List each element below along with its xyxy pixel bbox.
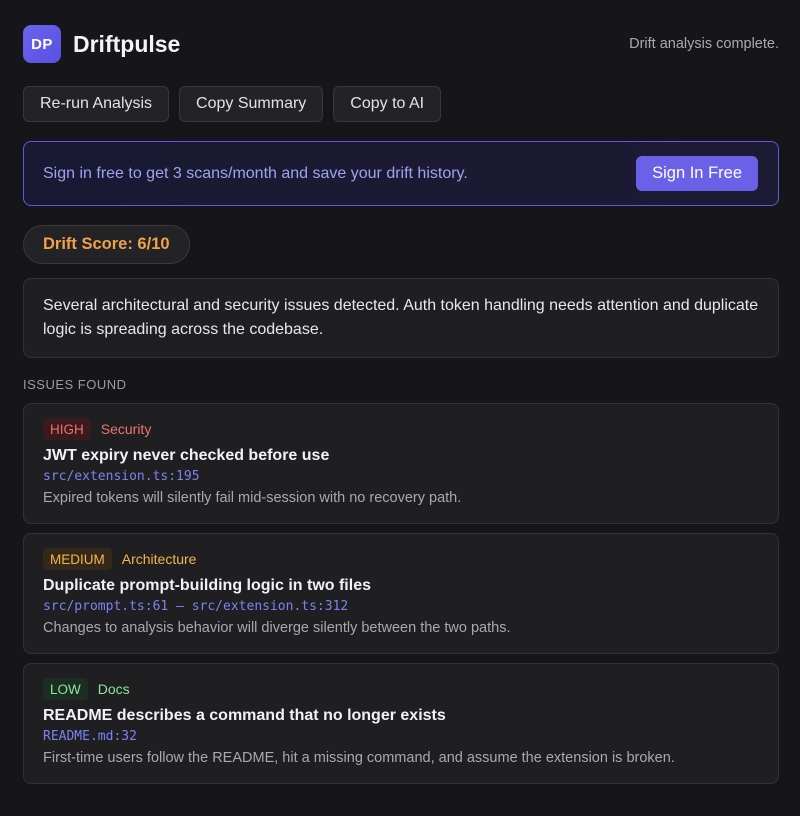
- drift-score-badge: Drift Score: 6/10: [23, 225, 190, 264]
- analysis-summary: Several architectural and security issue…: [23, 278, 779, 358]
- issue-title: JWT expiry never checked before use: [43, 447, 330, 464]
- issue-description: Changes to analysis behavior will diverg…: [43, 620, 511, 636]
- rerun-analysis-button[interactable]: Re-run Analysis: [23, 86, 170, 122]
- signin-banner-text: Sign in free to get 3 scans/month and sa…: [43, 164, 468, 182]
- action-toolbar: Re-run Analysis Copy Summary Copy to AI: [23, 86, 442, 122]
- issue-card: LOW Docs README describes a command that…: [23, 663, 779, 784]
- copy-summary-button[interactable]: Copy Summary: [179, 86, 324, 122]
- issue-location-link[interactable]: README.md:32: [43, 727, 759, 747]
- app-title: Driftpulse: [73, 30, 181, 57]
- category-label: Docs: [97, 681, 130, 697]
- app-header: DP Driftpulse Drift analysis complete.: [23, 24, 779, 64]
- severity-badge: MEDIUM: [43, 548, 112, 570]
- issue-description: Expired tokens will silently fail mid-se…: [43, 490, 462, 506]
- analysis-status: Drift analysis complete.: [629, 36, 779, 52]
- issue-description: First-time users follow the README, hit …: [43, 750, 675, 766]
- issue-card: MEDIUM Architecture Duplicate prompt-bui…: [23, 533, 779, 654]
- issue-location-link[interactable]: src/prompt.ts:61 — src/extension.ts:312: [43, 597, 759, 617]
- issue-location-link[interactable]: src/extension.ts:195: [43, 467, 759, 487]
- severity-badge: HIGH: [43, 418, 91, 440]
- issues-section-heading: ISSUES FOUND: [23, 377, 127, 392]
- copy-to-ai-button[interactable]: Copy to AI: [333, 86, 442, 122]
- category-label: Security: [100, 421, 152, 437]
- category-label: Architecture: [121, 551, 197, 567]
- signin-banner: Sign in free to get 3 scans/month and sa…: [23, 141, 779, 206]
- issue-title: Duplicate prompt-building logic in two f…: [43, 577, 371, 594]
- app-logo: DP: [23, 25, 61, 63]
- issue-card: HIGH Security JWT expiry never checked b…: [23, 403, 779, 524]
- severity-badge: LOW: [43, 678, 88, 700]
- sign-in-free-button[interactable]: Sign In Free: [636, 156, 758, 191]
- issue-title: README describes a command that no longe…: [43, 707, 446, 724]
